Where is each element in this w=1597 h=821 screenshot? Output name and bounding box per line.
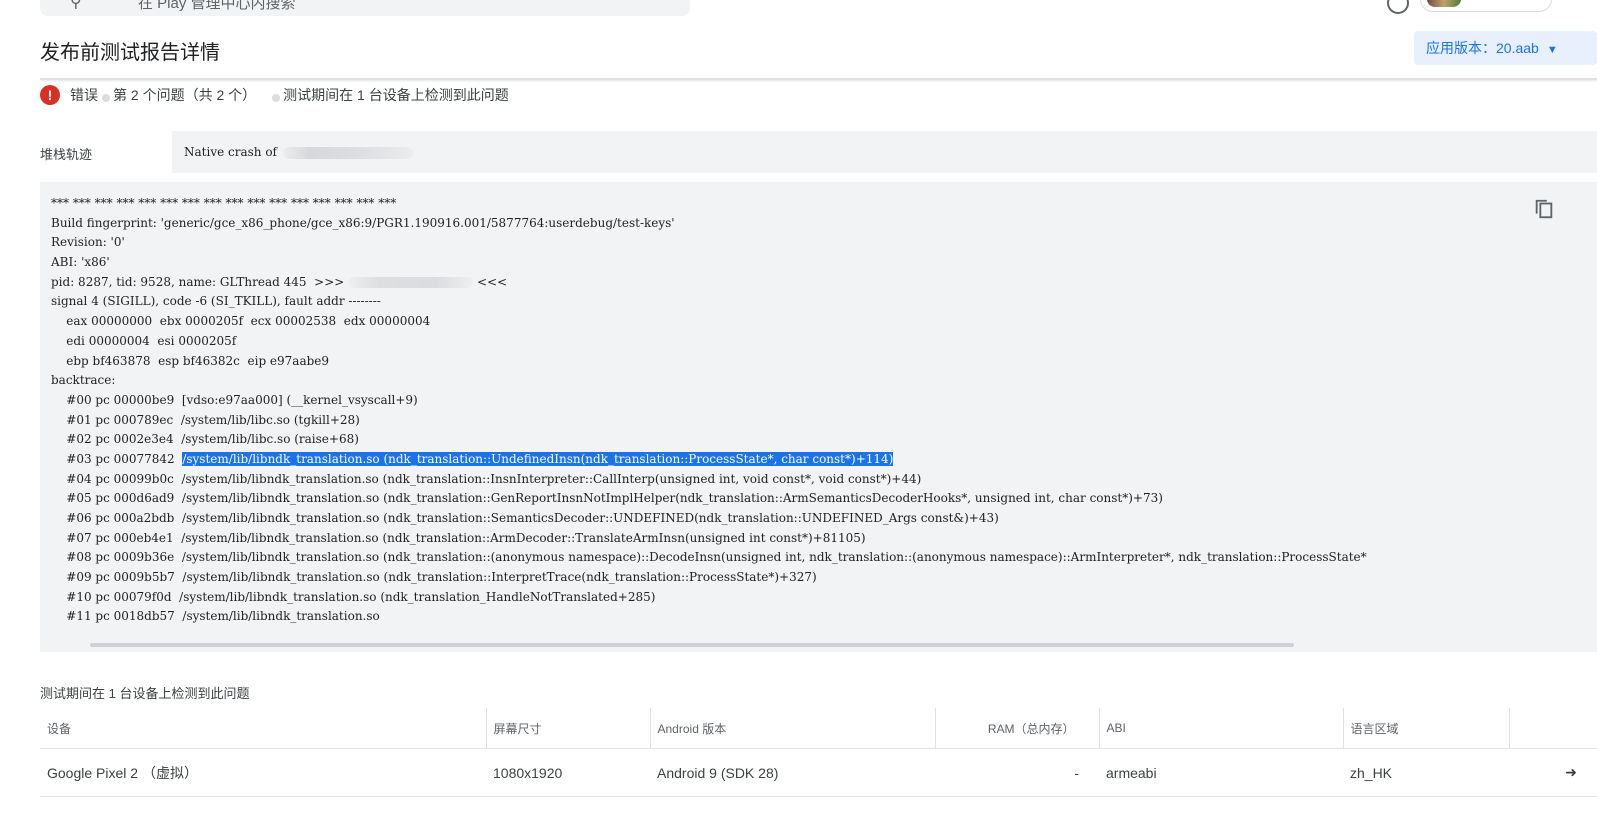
stack-trace-line-text: Build fingerprint: 'generic/gce_x86_phon… (51, 215, 675, 230)
screen-size-cell: 1080x1920 (486, 748, 650, 797)
redacted-text (348, 276, 474, 288)
stack-trace-line-text: ABI: 'x86' (51, 255, 110, 270)
redacted-text (283, 146, 413, 159)
column-header-abi[interactable]: ABI (1099, 708, 1344, 749)
locale-cell: zh_HK (1343, 748, 1509, 797)
stack-trace-line: #02 pc 0002e3e4 /system/lib/libc.so (rai… (51, 430, 1367, 450)
column-header-android[interactable]: Android 版本 (650, 708, 936, 749)
stack-trace-line: #08 pc 0009b36e /system/lib/libndk_trans… (51, 548, 1367, 568)
stack-trace-line-text: eax 00000000 ebx 0000205f ecx 00002538 e… (51, 314, 431, 329)
table-row[interactable]: Google Pixel 2 （虚拟） 1080x1920 Android 9 … (40, 748, 1597, 797)
stack-trace-line-text: Revision: '0' (51, 235, 125, 250)
separator-dot (272, 94, 281, 102)
stack-trace-line-text: #09 pc 0009b5b7 /system/lib/libndk_trans… (51, 570, 817, 585)
android-version-cell: Android 9 (SDK 28) (650, 748, 935, 797)
stack-trace-line: #10 pc 00079f0d /system/lib/libndk_trans… (51, 588, 1367, 608)
device-name-cell: Google Pixel 2 （虚拟） (40, 748, 486, 797)
stack-trace-line-text: #08 pc 0009b36e /system/lib/libndk_trans… (51, 550, 1367, 565)
stack-trace-line-text: #07 pc 000eb4e1 /system/lib/libndk_trans… (51, 530, 866, 545)
column-header-locale[interactable]: 语言区域 (1343, 708, 1510, 749)
stack-trace-lines: *** *** *** *** *** *** *** *** *** *** … (51, 194, 1367, 627)
stack-trace-line: Build fingerprint: 'generic/gce_x86_phon… (51, 214, 1367, 234)
stack-trace-line: #05 pc 000d6ad9 /system/lib/libndk_trans… (51, 489, 1367, 509)
stack-trace-code: *** *** *** *** *** *** *** *** *** *** … (40, 182, 1597, 652)
stack-trace-line: #11 pc 0018db57 /system/lib/libndk_trans… (51, 607, 1367, 627)
stack-trace-line: #07 pc 000eb4e1 /system/lib/libndk_trans… (51, 529, 1367, 549)
error-icon: ! (40, 85, 60, 105)
stack-trace-header: Native crash of (172, 131, 1597, 173)
horizontal-scrollbar[interactable] (90, 643, 1294, 647)
ram-cell: - (935, 748, 1099, 797)
stack-trace-line-text: #10 pc 00079f0d /system/lib/libndk_trans… (51, 589, 656, 604)
stack-trace-line: signal 4 (SIGILL), code -6 (SI_TKILL), f… (51, 292, 1367, 312)
stack-trace-line: eax 00000000 ebx 0000205f ecx 00002538 e… (51, 312, 1367, 332)
stack-trace-line-text: #06 pc 000a2bdb /system/lib/libndk_trans… (51, 511, 999, 525)
selected-text: /system/lib/libndk_translation.so (ndk_t… (182, 451, 894, 466)
separator-dot (102, 94, 110, 102)
top-bar: ⚲ 在 Play 管理中心内搜索 (0, 0, 1597, 20)
stack-trace-line: pid: 8287, tid: 9528, name: GLThread 445… (51, 273, 1367, 293)
issue-status-row: ! 错误 第 2 个问题（共 2 个） 测试期间在 1 台设备上检测到此问题 (40, 84, 509, 106)
stack-trace-line-text: pid: 8287, tid: 9528, name: GLThread 445… (51, 274, 349, 289)
stack-trace-line: edi 00000004 esi 0000205f (51, 332, 1367, 352)
title-divider (40, 78, 1597, 80)
devices-section-title: 测试期间在 1 台设备上检测到此问题 (40, 686, 250, 701)
stack-trace-line: *** *** *** *** *** *** *** *** *** *** … (51, 194, 1367, 214)
stack-trace-line: Revision: '0' (51, 233, 1367, 253)
column-header-action (1509, 708, 1597, 749)
stack-trace-line-text: #11 pc 0018db57 /system/lib/libndk_trans… (51, 609, 380, 624)
app-version-dropdown[interactable]: 应用版本：20.aab ▼ (1414, 31, 1597, 65)
help-icon[interactable] (1387, 0, 1409, 14)
app-version-label: 应用版本：20.aab (1426, 40, 1539, 56)
devices-table: 设备 屏幕尺寸 Android 版本 RAM（总内存） ABI 语言区域 Goo… (40, 708, 1597, 797)
avatar (1427, 0, 1461, 7)
stack-trace-line: #00 pc 00000be9 [vdso:e97aa000] (__kerne… (51, 391, 1367, 411)
stack-trace-line-text: #01 pc 000789ec /system/lib/libc.so (tgk… (51, 412, 360, 427)
column-header-device[interactable]: 设备 (40, 708, 487, 749)
stack-trace-header-text: Native crash of (184, 145, 277, 159)
stack-trace-line-text: #02 pc 0002e3e4 /system/lib/libc.so (rai… (51, 432, 359, 447)
abi-cell: armeabi (1099, 748, 1343, 797)
chevron-down-icon: ▼ (1546, 44, 1558, 56)
stack-trace-line: #04 pc 00099b0c /system/lib/libndk_trans… (51, 470, 1367, 490)
search-placeholder: 在 Play 管理中心内搜索 (138, 0, 296, 12)
stack-trace-line: #01 pc 000789ec /system/lib/libc.so (tgk… (51, 411, 1367, 431)
stack-trace-line-text: signal 4 (SIGILL), code -6 (SI_TKILL), f… (51, 294, 381, 309)
column-header-ram[interactable]: RAM（总内存） (935, 708, 1100, 749)
stack-trace-label: 堆栈轨迹 (40, 147, 93, 162)
stack-trace-line-text: backtrace: (51, 373, 116, 388)
stack-trace-line: ABI: 'x86' (51, 253, 1367, 273)
issue-position: 第 2 个问题（共 2 个） (113, 87, 257, 103)
column-header-screen[interactable]: 屏幕尺寸 (486, 708, 651, 749)
stack-trace-line: ebp bf463878 esp bf46382c eip e97aabe9 (51, 352, 1367, 372)
copy-icon[interactable] (1533, 198, 1555, 220)
stack-trace-line: #09 pc 0009b5b7 /system/lib/libndk_trans… (51, 568, 1367, 588)
pid-suffix: <<< (473, 274, 508, 289)
stack-trace-line: #03 pc 00077842 /system/lib/libndk_trans… (51, 450, 1367, 470)
search-icon: ⚲ (70, 0, 82, 11)
stack-trace-line-text: ebp bf463878 esp bf46382c eip e97aabe9 (51, 353, 330, 368)
account-switcher[interactable] (1420, 0, 1552, 12)
stack-trace-line: #06 pc 000a2bdb /system/lib/libndk_trans… (51, 509, 1367, 529)
stack-trace-line-text: #00 pc 00000be9 [vdso:e97aa000] (__kerne… (51, 392, 418, 407)
stack-trace-line-text: #03 pc 00077842 (51, 451, 183, 466)
table-header-row: 设备 屏幕尺寸 Android 版本 RAM（总内存） ABI 语言区域 (40, 708, 1597, 749)
severity-label: 错误 (70, 87, 98, 103)
arrow-right-icon[interactable]: ➜ (1509, 748, 1597, 797)
stack-trace-line-text: edi 00000004 esi 0000205f (51, 333, 237, 348)
stack-trace-line: backtrace: (51, 371, 1367, 391)
stack-trace-line-text: *** *** *** *** *** *** *** *** *** *** … (51, 196, 397, 210)
stack-trace-line-text: #04 pc 00099b0c /system/lib/libndk_trans… (51, 471, 922, 486)
stack-trace-line-text: #05 pc 000d6ad9 /system/lib/libndk_trans… (51, 491, 1163, 506)
page-title: 发布前测试报告详情 (40, 42, 220, 64)
device-summary: 测试期间在 1 台设备上检测到此问题 (283, 87, 509, 103)
search-input[interactable]: ⚲ 在 Play 管理中心内搜索 (40, 0, 690, 16)
